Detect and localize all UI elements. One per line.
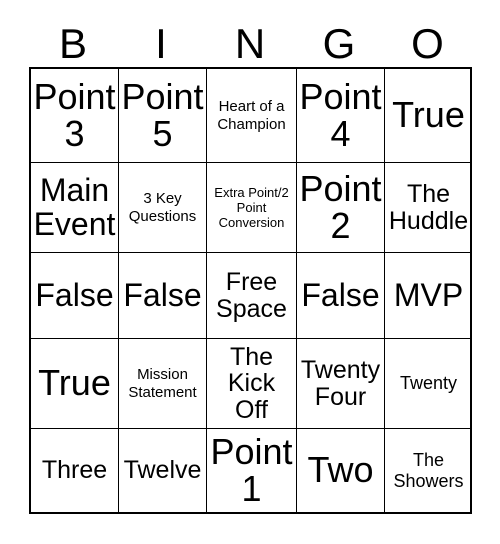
bingo-cell-label: Mission Statement	[128, 366, 197, 401]
bingo-cell-label: Heart of a Champion	[217, 98, 286, 133]
bingo-cell[interactable]: The Kick Off	[207, 339, 297, 429]
bingo-cell-label: Free Space	[216, 268, 287, 323]
bingo-header-letter-i: I	[155, 20, 167, 67]
bingo-cell[interactable]: Twenty	[385, 339, 472, 429]
bingo-cell[interactable]: Two	[297, 429, 385, 512]
bingo-cell[interactable]: Point 2	[297, 163, 385, 253]
bingo-cell[interactable]: False	[119, 253, 207, 339]
bingo-cell-label: False	[35, 276, 114, 313]
bingo-cell[interactable]: Three	[31, 429, 119, 512]
bingo-cell-label: Point 2	[299, 167, 382, 246]
bingo-cell-label: Point 3	[33, 75, 116, 154]
bingo-cell[interactable]: True	[31, 339, 119, 429]
bingo-cell[interactable]: The Huddle	[385, 163, 472, 253]
bingo-cell-label: False	[123, 276, 202, 313]
bingo-cell[interactable]: True	[385, 69, 472, 163]
bingo-cell-label: True	[38, 362, 111, 404]
bingo-cell[interactable]: 3 Key Questions	[119, 163, 207, 253]
bingo-header-row: B I N G O	[29, 18, 472, 66]
bingo-cell-label: 3 Key Questions	[128, 190, 197, 225]
bingo-cell-label: Point 1	[210, 430, 293, 509]
bingo-cell[interactable]: False	[31, 253, 119, 339]
bingo-cell[interactable]: Point 3	[31, 69, 119, 163]
bingo-cell[interactable]: Main Event	[31, 163, 119, 253]
bingo-header-letter-b: B	[58, 20, 87, 67]
bingo-cell[interactable]: False	[297, 253, 385, 339]
bingo-cell[interactable]: Mission Statement	[119, 339, 207, 429]
bingo-cell-label: Point 4	[299, 75, 382, 154]
bingo-cell[interactable]: Twenty Four	[297, 339, 385, 429]
bingo-cell-label: Three	[41, 456, 108, 485]
bingo-cell-label: Main Event	[33, 172, 116, 242]
bingo-cell-label: The Huddle	[388, 180, 469, 235]
bingo-header-letter-g: G	[322, 20, 356, 67]
bingo-cell[interactable]: Point 5	[119, 69, 207, 163]
bingo-header-letter-o: O	[411, 20, 444, 67]
bingo-cell-label: Twelve	[123, 456, 202, 485]
bingo-cell-label: MVP	[393, 276, 464, 313]
bingo-cell[interactable]: The Showers	[385, 429, 472, 512]
bingo-cell[interactable]: Twelve	[119, 429, 207, 512]
bingo-cell-free-space[interactable]: Free Space	[207, 253, 297, 339]
bingo-cell[interactable]: Heart of a Champion	[207, 69, 297, 163]
bingo-grid: Point 3 Point 5 Heart of a Champion Poin…	[29, 67, 472, 514]
bingo-cell-label: True	[392, 94, 465, 136]
bingo-cell[interactable]: MVP	[385, 253, 472, 339]
bingo-cell-label: Point 5	[121, 75, 204, 154]
bingo-cell[interactable]: Extra Point/2 Point Conversion	[207, 163, 297, 253]
bingo-cell-label: The Kick Off	[227, 342, 276, 424]
bingo-card: B I N G O Point 3 Point 5 Heart of a Cha…	[0, 0, 500, 544]
bingo-cell-label: False	[301, 276, 380, 313]
bingo-cell-label: Twenty	[399, 373, 458, 394]
bingo-cell-label: Twenty Four	[300, 356, 381, 411]
bingo-cell-label: The Showers	[393, 450, 464, 491]
bingo-header-letter-n: N	[234, 20, 266, 67]
bingo-cell-label: Extra Point/2 Point Conversion	[214, 184, 289, 231]
bingo-cell[interactable]: Point 4	[297, 69, 385, 163]
bingo-cell-label: Two	[307, 449, 374, 491]
bingo-cell[interactable]: Point 1	[207, 429, 297, 512]
